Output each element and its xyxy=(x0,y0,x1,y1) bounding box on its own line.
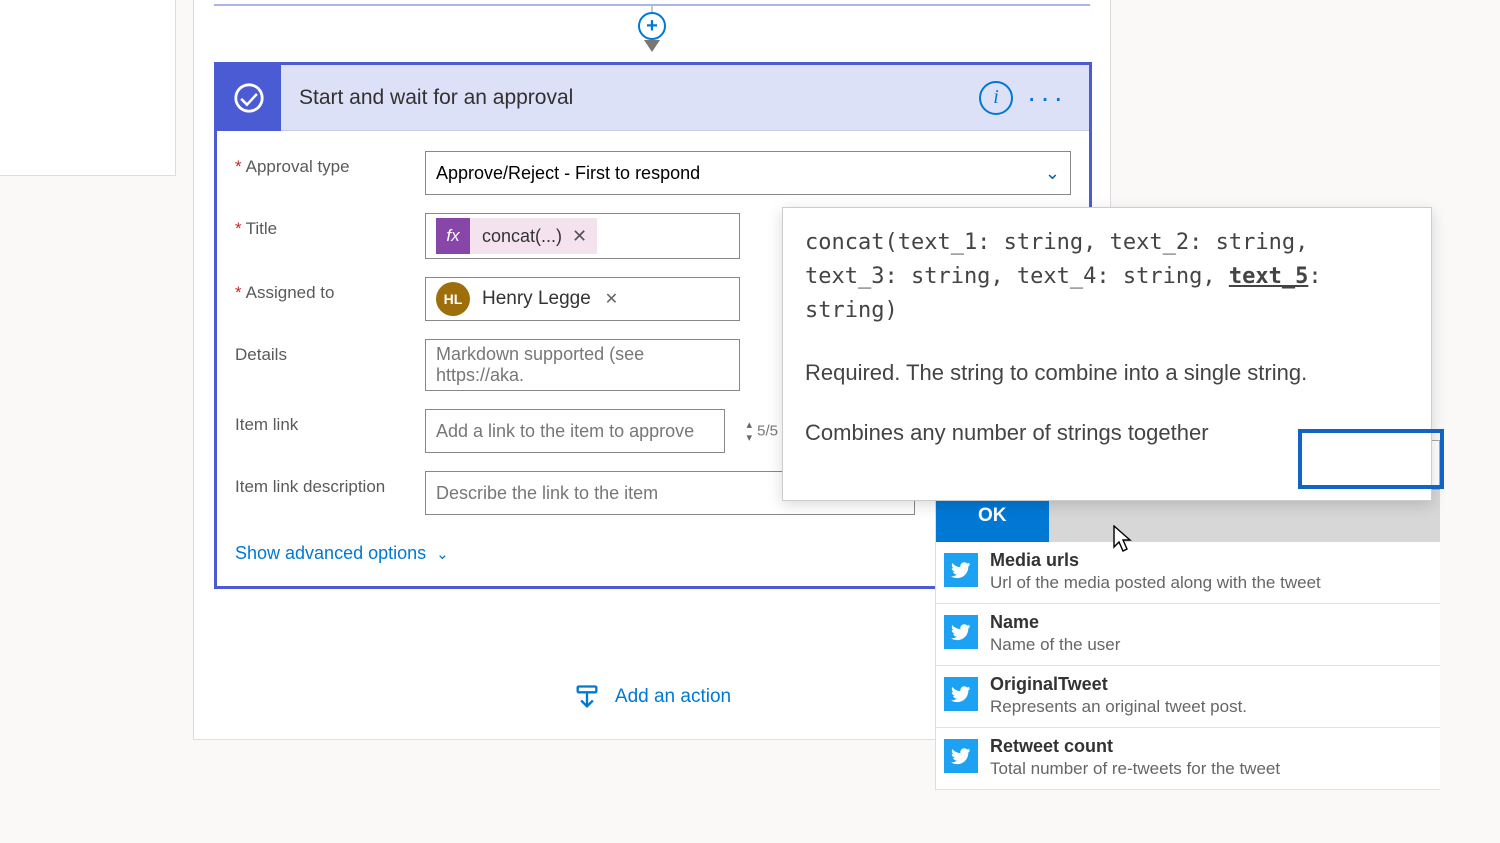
show-advanced-link[interactable]: Show advanced options⌄ xyxy=(235,543,449,564)
dynamic-content-item[interactable]: OriginalTweet Represents an original twe… xyxy=(936,666,1440,728)
chevron-down-icon: ⌄ xyxy=(436,545,449,563)
twitter-icon xyxy=(944,739,978,773)
insert-step-button[interactable]: + xyxy=(638,12,666,40)
counter: 5/5 xyxy=(757,423,778,440)
approval-type-label: *Approval type xyxy=(235,151,425,177)
avatar: HL xyxy=(436,282,470,316)
card-title: Start and wait for an approval xyxy=(281,86,979,110)
title-input[interactable]: fx concat(...) ✕ xyxy=(425,213,740,259)
approval-icon xyxy=(217,65,281,131)
remove-token-button[interactable]: ✕ xyxy=(572,226,587,247)
signature-tooltip: concat(text_1: string, text_2: string, t… xyxy=(782,207,1432,501)
more-menu-button[interactable]: ··· xyxy=(1027,91,1067,105)
remove-person-button[interactable]: ✕ xyxy=(605,289,618,309)
person-token: HL Henry Legge ✕ xyxy=(436,282,628,316)
twitter-icon xyxy=(944,615,978,649)
approval-type-value: Approve/Reject - First to respond xyxy=(436,163,700,184)
connector-arrow-icon xyxy=(644,40,660,52)
dynamic-content-item[interactable]: Name Name of the user xyxy=(936,604,1440,666)
item-link-input[interactable]: Add a link to the item to approve ▴▾ 5/5 xyxy=(425,409,725,453)
assigned-input[interactable]: HL Henry Legge ✕ xyxy=(425,277,740,321)
card-header[interactable]: Start and wait for an approval i ··· xyxy=(217,65,1089,131)
approval-type-select[interactable]: Approve/Reject - First to respond ⌄ xyxy=(425,151,1071,195)
title-label: *Title xyxy=(235,213,425,239)
stepper-arrows[interactable]: ▴▾ xyxy=(746,418,752,444)
item-link-label: Item link xyxy=(235,409,425,435)
twitter-icon xyxy=(944,553,978,587)
details-label: Details xyxy=(235,339,425,365)
twitter-icon xyxy=(944,677,978,711)
dynamic-content-item[interactable]: Retweet count Total number of re-tweets … xyxy=(936,728,1440,790)
fx-icon: fx xyxy=(436,218,470,254)
assigned-label: *Assigned to xyxy=(235,277,425,303)
collapsed-side-panel xyxy=(0,0,176,176)
details-input[interactable]: Markdown supported (see https://aka. xyxy=(425,339,740,391)
dynamic-content-list: Media urls Url of the media posted along… xyxy=(936,542,1440,790)
expression-token[interactable]: fx concat(...) ✕ xyxy=(436,218,597,254)
item-link-desc-label: Item link description xyxy=(235,471,425,497)
dynamic-content-item[interactable]: Media urls Url of the media posted along… xyxy=(936,542,1440,604)
info-icon[interactable]: i xyxy=(979,81,1013,115)
chevron-down-icon: ⌄ xyxy=(1045,163,1060,184)
person-name: Henry Legge xyxy=(482,288,591,310)
